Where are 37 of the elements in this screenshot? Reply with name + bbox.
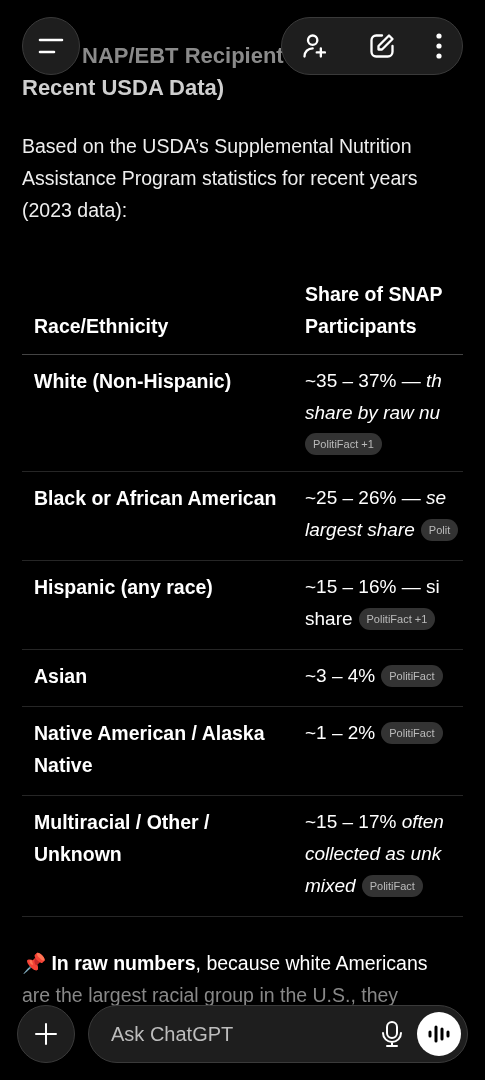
table-cell-text: Asian [33,664,89,689]
edit-icon [368,32,396,60]
share-text: ~25 – 26% — se [305,486,447,510]
citation-chip[interactable]: Polit [420,519,459,541]
share-text: ~3 – 4% [305,664,376,688]
table-cell-text: Hispanic (any race) [33,575,214,600]
composer-bar[interactable]: Ask ChatGPT [88,1005,468,1063]
citation-chip[interactable]: PolitiFact [381,665,443,687]
share-text: mixed [305,874,356,898]
share-text: share [305,607,353,631]
menu-icon [38,37,64,55]
intro-paragraph: Based on the USDA’s Supplemental Nutrition Assistance Program statistics for recent years (2023 data): [22,134,419,223]
more-icon [434,33,443,59]
citation-chip[interactable]: PolitiFact +1 [305,433,382,455]
table-cell-text: White (Non-Hispanic) [33,369,233,394]
table-cell-text: Native American / Alaska Native [33,721,266,778]
plus-icon [34,1022,58,1046]
share-text: ~35 – 37% — th [305,369,442,393]
table-cell-text: Multiracial / Other / Unknown [33,810,211,867]
microphone-icon [381,1020,403,1048]
citation-chip[interactable]: PolitiFact +1 [358,608,436,630]
share-text: largest share [305,518,415,542]
share-text: ~15 – 16% — si [305,575,440,599]
response-title: NAP/EBT Recipient [82,42,284,70]
citation-chip[interactable]: PolitiFact [361,875,423,897]
column-header: Share of SNAP Participants [304,282,444,339]
faded-text: are the largest racial group in the U.S., they [22,983,399,1008]
waveform-icon [427,1024,451,1044]
response-title: Recent USDA Data) [22,74,225,102]
share-text: share by raw nu [305,401,441,425]
share-text: ~1 – 2% [305,721,376,745]
note-paragraph: 📌 In raw numbers, because white Americans [22,951,429,976]
column-header: Race/Ethnicity [33,314,170,339]
table-cell-text: Black or African American [33,486,278,511]
citation-chip[interactable]: PolitiFact [381,722,443,744]
voice-button[interactable] [417,1012,461,1056]
message-input[interactable]: Ask ChatGPT [109,1021,381,1047]
